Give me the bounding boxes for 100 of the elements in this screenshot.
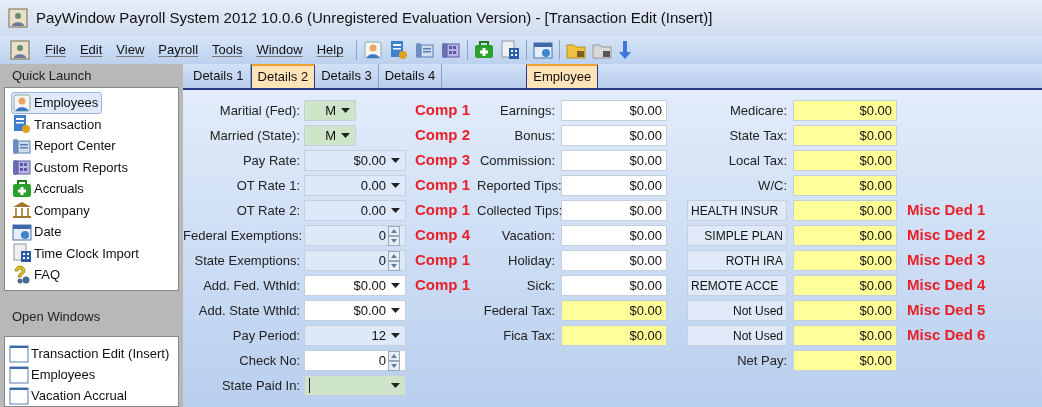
app-icon[interactable]: [10, 40, 30, 60]
menu-item[interactable]: Help: [309, 40, 351, 60]
quick-launch-item[interactable]: Report Center: [11, 135, 120, 157]
menu-item[interactable]: Tools: [205, 40, 250, 60]
amount-field[interactable]: $0.00: [793, 300, 897, 321]
amount-field[interactable]: $0.00: [561, 300, 667, 321]
menu-item[interactable]: Payroll: [151, 40, 206, 60]
spinner-field[interactable]: 0: [304, 350, 406, 371]
open-window-item[interactable]: Vacation Accrual: [9, 385, 127, 406]
quick-launch-item[interactable]: Employees: [11, 92, 103, 114]
annotation: Misc Ded 1: [907, 200, 986, 221]
quick-launch-item[interactable]: Accruals: [11, 178, 88, 200]
deduction-name-field[interactable]: REMOTE ACCE: [687, 275, 787, 296]
tab[interactable]: Details 3: [315, 64, 379, 88]
calculator-icon[interactable]: [500, 40, 521, 60]
tab[interactable]: Details 2: [250, 64, 316, 88]
annotation: Misc Ded 2: [907, 225, 986, 246]
annotation: Comp 1: [415, 175, 470, 196]
amount-field[interactable]: $0.00: [561, 200, 667, 221]
tab[interactable]: Details 4: [378, 64, 443, 88]
bank-icon: [12, 200, 32, 221]
calculator-icon: [12, 243, 32, 264]
phone-keypad-icon[interactable]: [441, 40, 462, 60]
amount-field[interactable]: $0.00: [561, 275, 667, 296]
field-label: Married (State):: [208, 126, 301, 145]
dropdown-field[interactable]: 0.00: [304, 200, 406, 221]
amount-field[interactable]: $0.00: [561, 100, 667, 121]
person-document-icon[interactable]: [363, 40, 384, 60]
spinner-arrows-icon[interactable]: [388, 350, 400, 371]
annotation: Misc Ded 4: [907, 275, 986, 296]
spinner-field[interactable]: 0: [304, 250, 406, 271]
field-label: OT Rate 2:: [235, 201, 301, 220]
amount-field[interactable]: $0.00: [793, 175, 897, 196]
amount-field[interactable]: $0.00: [793, 100, 897, 121]
dropdown-field[interactable]: M: [304, 100, 356, 121]
field-label: Collected Tips:: [477, 201, 559, 220]
field-label: Commission:: [478, 151, 556, 170]
medical-kit-icon: [12, 178, 32, 199]
field-label: Add. State Wthld:: [197, 301, 301, 320]
annotation: Comp 1: [415, 250, 470, 271]
dropdown-field[interactable]: $0.00: [304, 300, 406, 321]
amount-field[interactable]: $0.00: [561, 325, 667, 346]
deduction-name-field[interactable]: SIMPLE PLAN: [687, 225, 787, 246]
field-label: Medicare:: [728, 101, 788, 120]
dropdown-field[interactable]: 12: [304, 325, 406, 346]
spinner-arrows-icon[interactable]: [388, 225, 400, 246]
deduction-name-field[interactable]: ROTH IRA: [687, 250, 787, 271]
app-icon: [8, 8, 28, 28]
amount-field[interactable]: $0.00: [793, 350, 897, 371]
tab[interactable]: Employee: [526, 64, 599, 88]
phone-document-icon[interactable]: [415, 40, 436, 60]
amount-field[interactable]: $0.00: [561, 225, 667, 246]
deduction-name-field[interactable]: Not Used: [687, 300, 787, 321]
quick-launch-item[interactable]: FAQ: [11, 264, 64, 286]
menu-item[interactable]: Edit: [72, 40, 110, 60]
spinner-arrows-icon[interactable]: [388, 250, 400, 271]
annotation: Misc Ded 3: [907, 250, 986, 271]
menu-item[interactable]: View: [109, 40, 152, 60]
caret-icon: [341, 108, 350, 113]
field-label: State Paid In:: [220, 376, 301, 395]
spinner-field[interactable]: 0: [304, 225, 406, 246]
document-coins-icon[interactable]: [389, 40, 410, 60]
field-label: Fica Tax:: [502, 326, 556, 345]
amount-field[interactable]: $0.00: [561, 175, 667, 196]
down-arrow-icon[interactable]: [618, 40, 633, 60]
calendar-icon[interactable]: [533, 40, 554, 60]
menu-item[interactable]: File: [38, 40, 73, 60]
quick-launch-item[interactable]: Custom Reports: [11, 156, 132, 179]
field-label: State Exemptions:: [193, 251, 301, 270]
amount-field[interactable]: $0.00: [793, 125, 897, 146]
caret-icon: [391, 208, 400, 213]
amount-field[interactable]: $0.00: [793, 325, 897, 346]
medical-kit-icon[interactable]: [474, 40, 495, 60]
amount-field[interactable]: $0.00: [793, 275, 897, 296]
dropdown-field[interactable]: [304, 375, 406, 396]
caret-icon: [391, 158, 400, 163]
person-icon: [12, 92, 32, 113]
amount-field[interactable]: $0.00: [561, 125, 667, 146]
dropdown-field[interactable]: $0.00: [304, 150, 406, 171]
dropdown-field[interactable]: $0.00: [304, 275, 406, 296]
caret-icon: [391, 383, 400, 388]
quick-launch-item[interactable]: Company: [11, 199, 94, 222]
field-label: Add. Fed. Wthld:: [202, 276, 301, 295]
amount-field[interactable]: $0.00: [793, 150, 897, 171]
quick-launch-item[interactable]: Time Clock Import: [11, 242, 143, 265]
deduction-name-field[interactable]: HEALTH INSUR: [687, 200, 787, 221]
dropdown-field[interactable]: M: [304, 125, 356, 146]
amount-field[interactable]: $0.00: [561, 150, 667, 171]
quick-launch-item[interactable]: Transaction: [11, 113, 106, 136]
open-window-item[interactable]: Transaction Edit (Insert): [9, 343, 170, 364]
open-window-item[interactable]: Employees: [9, 364, 96, 385]
amount-field[interactable]: $0.00: [793, 200, 897, 221]
quick-launch-item[interactable]: Date: [11, 221, 66, 243]
amount-field[interactable]: $0.00: [793, 250, 897, 271]
deduction-name-field[interactable]: Not Used: [687, 325, 787, 346]
dropdown-field[interactable]: 0.00: [304, 175, 406, 196]
amount-field[interactable]: $0.00: [793, 225, 897, 246]
menu-item[interactable]: Window: [249, 40, 310, 60]
tab[interactable]: Details 1: [187, 64, 251, 88]
amount-field[interactable]: $0.00: [561, 250, 667, 271]
